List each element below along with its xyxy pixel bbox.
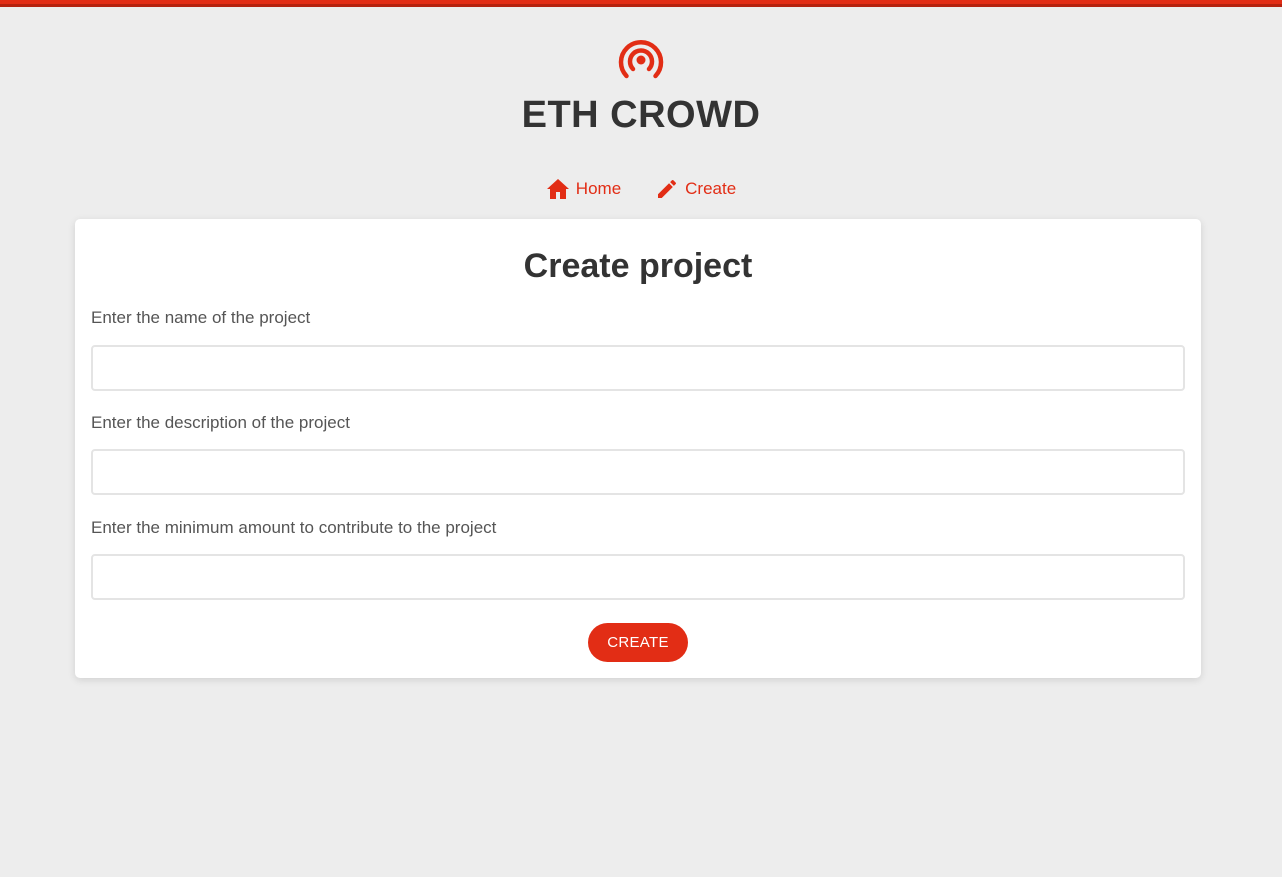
nav-create-link[interactable]: Create xyxy=(655,176,736,202)
project-name-input[interactable] xyxy=(91,345,1185,391)
minimum-contribution-input[interactable] xyxy=(91,554,1185,600)
page-title: Create project xyxy=(523,247,753,285)
home-icon xyxy=(546,179,569,199)
project-description-label: Enter the description of the project xyxy=(91,413,350,432)
site-title: ETH CROWD xyxy=(521,94,761,136)
nav-home-link[interactable]: Home xyxy=(546,176,621,202)
broadcast-icon xyxy=(618,39,664,79)
nav-create-label: Create xyxy=(685,179,737,198)
top-accent-bar xyxy=(0,0,1282,7)
create-button[interactable]: CREATE xyxy=(588,623,688,662)
create-project-card: Create project Enter the name of the pro… xyxy=(75,219,1201,678)
minimum-contribution-label: Enter the minimum amount to contribute t… xyxy=(91,518,497,537)
project-description-input[interactable] xyxy=(91,449,1185,495)
pencil-icon xyxy=(658,179,677,198)
project-name-label: Enter the name of the project xyxy=(91,308,311,327)
logo xyxy=(0,35,1282,81)
main-nav: Home Create xyxy=(0,176,1282,202)
nav-home-label: Home xyxy=(575,179,622,198)
